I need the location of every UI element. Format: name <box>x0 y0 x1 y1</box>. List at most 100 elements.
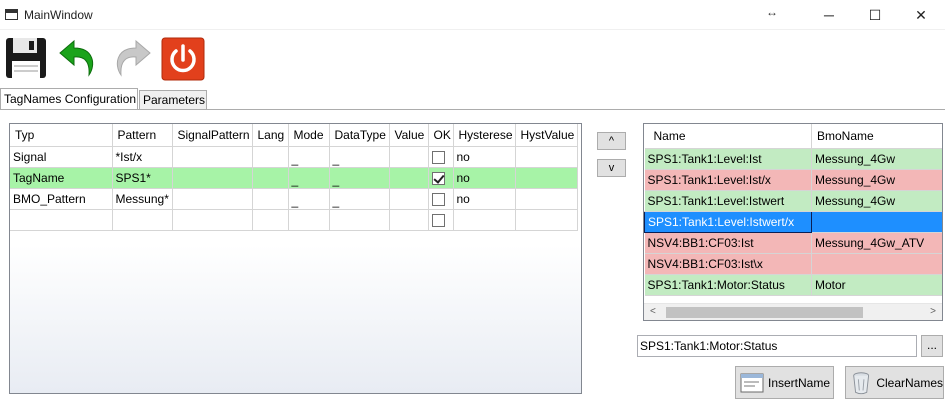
table-row[interactable]: TagName SPS1* _ _ no <box>10 167 578 189</box>
column-header-value[interactable]: Value <box>389 124 429 147</box>
table-row[interactable]: BMO_Pattern Messung* _ _ no <box>10 188 578 210</box>
cell-bmo-name[interactable]: Messung_4Gw <box>811 148 942 170</box>
save-button[interactable] <box>4 35 50 83</box>
cell-hystvalue[interactable] <box>515 146 578 168</box>
redo-button[interactable] <box>108 35 154 83</box>
cell-pattern[interactable]: Messung* <box>112 188 173 210</box>
column-header-bmoname[interactable]: BmoName <box>811 124 942 149</box>
table-row[interactable]: SPS1:Tank1:Level:Ist/x Messung_4Gw <box>644 169 942 191</box>
cell-datatype[interactable]: _ <box>329 146 390 168</box>
cell-name[interactable]: SPS1:Tank1:Motor:Status <box>644 274 812 296</box>
table-row[interactable]: Signal *Ist/x _ _ no <box>10 146 578 168</box>
move-down-button[interactable]: v <box>597 159 626 177</box>
cell-pattern[interactable] <box>112 209 173 231</box>
cell-bmo-name[interactable]: Messung_4Gw <box>811 190 942 212</box>
cell-typ[interactable]: TagName <box>10 167 113 189</box>
cell-mode[interactable]: _ <box>288 167 330 189</box>
cell-bmo-name[interactable]: Messung_4Gw_ATV <box>811 232 942 254</box>
cell-signal-pattern[interactable] <box>172 209 253 231</box>
cell-signal-pattern[interactable] <box>172 167 253 189</box>
move-up-button[interactable]: ^ <box>597 132 626 150</box>
column-header-lang[interactable]: Lang <box>252 124 289 147</box>
column-header-pattern[interactable]: Pattern <box>112 124 173 147</box>
table-row[interactable]: NSV4:BB1:CF03:Ist Messung_4Gw_ATV <box>644 232 942 254</box>
table-row[interactable]: SPS1:Tank1:Level:Ist Messung_4Gw <box>644 148 942 170</box>
cell-name[interactable]: SPS1:Tank1:Level:Istwert <box>644 190 812 212</box>
scroll-right-arrow-icon[interactable]: > <box>930 306 936 317</box>
tab-parameters[interactable]: Parameters <box>139 90 207 110</box>
insert-name-button[interactable]: InsertName <box>735 366 834 399</box>
column-header-ok[interactable]: OK <box>428 124 454 147</box>
column-header-typ[interactable]: Typ <box>10 124 113 147</box>
horizontal-scrollbar[interactable]: < > <box>644 303 942 320</box>
close-button[interactable]: ✕ <box>898 0 944 30</box>
column-header-signalpattern[interactable]: SignalPattern <box>172 124 253 147</box>
browse-button[interactable]: ... <box>921 335 943 357</box>
scrollbar-thumb[interactable] <box>666 307 863 318</box>
cell-typ[interactable]: Signal <box>10 146 113 168</box>
tag-name-input[interactable] <box>637 335 917 357</box>
cell-hystvalue[interactable] <box>515 188 578 210</box>
cell-mode[interactable]: _ <box>288 188 330 210</box>
cell-bmo-name[interactable]: Motor <box>811 274 942 296</box>
cell-value[interactable] <box>389 209 429 231</box>
cell-lang[interactable] <box>252 188 289 210</box>
table-row[interactable]: NSV4:BB1:CF03:Ist\x <box>644 253 942 275</box>
ok-checkbox[interactable] <box>431 192 445 206</box>
cell-typ[interactable]: BMO_Pattern <box>10 188 113 210</box>
cell-value[interactable] <box>389 188 429 210</box>
cell-name[interactable]: NSV4:BB1:CF03:Ist <box>644 232 812 254</box>
scroll-left-arrow-icon[interactable]: < <box>650 306 656 317</box>
maximize-button[interactable]: ☐ <box>852 0 898 30</box>
cell-name[interactable]: NSV4:BB1:CF03:Ist\x <box>644 253 812 275</box>
cell-datatype[interactable]: _ <box>329 188 390 210</box>
exit-button[interactable] <box>160 35 206 83</box>
tag-config-grid[interactable]: Typ Pattern SignalPattern Lang Mode Data… <box>9 123 582 394</box>
cell-typ[interactable] <box>10 209 113 231</box>
power-icon <box>161 37 205 81</box>
minimize-button[interactable]: ─ <box>806 0 852 30</box>
cell-value[interactable] <box>389 167 429 189</box>
ok-checkbox[interactable] <box>431 150 445 164</box>
cell-hysterese[interactable] <box>453 209 516 231</box>
cell-pattern[interactable]: *Ist/x <box>112 146 173 168</box>
tag-names-grid[interactable]: Name BmoName SPS1:Tank1:Level:Ist Messun… <box>643 123 943 321</box>
clear-names-button[interactable]: ClearNames <box>845 366 944 399</box>
cell-hystvalue[interactable] <box>515 209 578 231</box>
cell-hysterese[interactable]: no <box>453 188 516 210</box>
cell-name[interactable]: SPS1:Tank1:Level:Ist <box>644 148 812 170</box>
cell-mode[interactable] <box>288 209 330 231</box>
table-row[interactable]: SPS1:Tank1:Level:Istwert Messung_4Gw <box>644 190 942 212</box>
column-header-datatype[interactable]: DataType <box>329 124 390 147</box>
new-row[interactable] <box>10 209 578 231</box>
cell-bmo-name[interactable]: Messung_4Gw <box>811 169 942 191</box>
cell-lang[interactable] <box>252 209 289 231</box>
column-header-name[interactable]: Name <box>644 124 812 149</box>
cell-datatype[interactable]: _ <box>329 167 390 189</box>
cell-lang[interactable] <box>252 167 289 189</box>
column-header-mode[interactable]: Mode <box>288 124 330 147</box>
cell-signal-pattern[interactable] <box>172 146 253 168</box>
ok-checkbox[interactable] <box>431 171 445 185</box>
column-header-hysterese[interactable]: Hysterese <box>453 124 516 147</box>
cell-hysterese[interactable]: no <box>453 146 516 168</box>
ok-checkbox[interactable] <box>431 213 445 227</box>
cell-pattern[interactable]: SPS1* <box>112 167 173 189</box>
cell-hystvalue[interactable] <box>515 167 578 189</box>
cell-mode[interactable]: _ <box>288 146 330 168</box>
table-row[interactable]: SPS1:Tank1:Motor:Status Motor <box>644 274 942 296</box>
cell-value[interactable] <box>389 146 429 168</box>
column-header-hystvalue[interactable]: HystValue <box>515 124 578 147</box>
cell-lang[interactable] <box>252 146 289 168</box>
cell-bmo-name[interactable] <box>811 253 942 275</box>
undo-button[interactable] <box>56 35 102 83</box>
clear-names-label: ClearNames <box>876 375 943 390</box>
cell-name[interactable]: SPS1:Tank1:Level:Istwert/x <box>644 210 812 233</box>
cell-signal-pattern[interactable] <box>172 188 253 210</box>
cell-datatype[interactable] <box>329 209 390 231</box>
tab-tagnames-configuration[interactable]: TagNames Configuration <box>0 88 138 110</box>
cell-hysterese[interactable]: no <box>453 167 516 189</box>
table-row-selected[interactable]: SPS1:Tank1:Level:Istwert/x <box>644 210 942 233</box>
cell-name[interactable]: SPS1:Tank1:Level:Ist/x <box>644 169 812 191</box>
cell-bmo-name[interactable] <box>811 211 942 233</box>
